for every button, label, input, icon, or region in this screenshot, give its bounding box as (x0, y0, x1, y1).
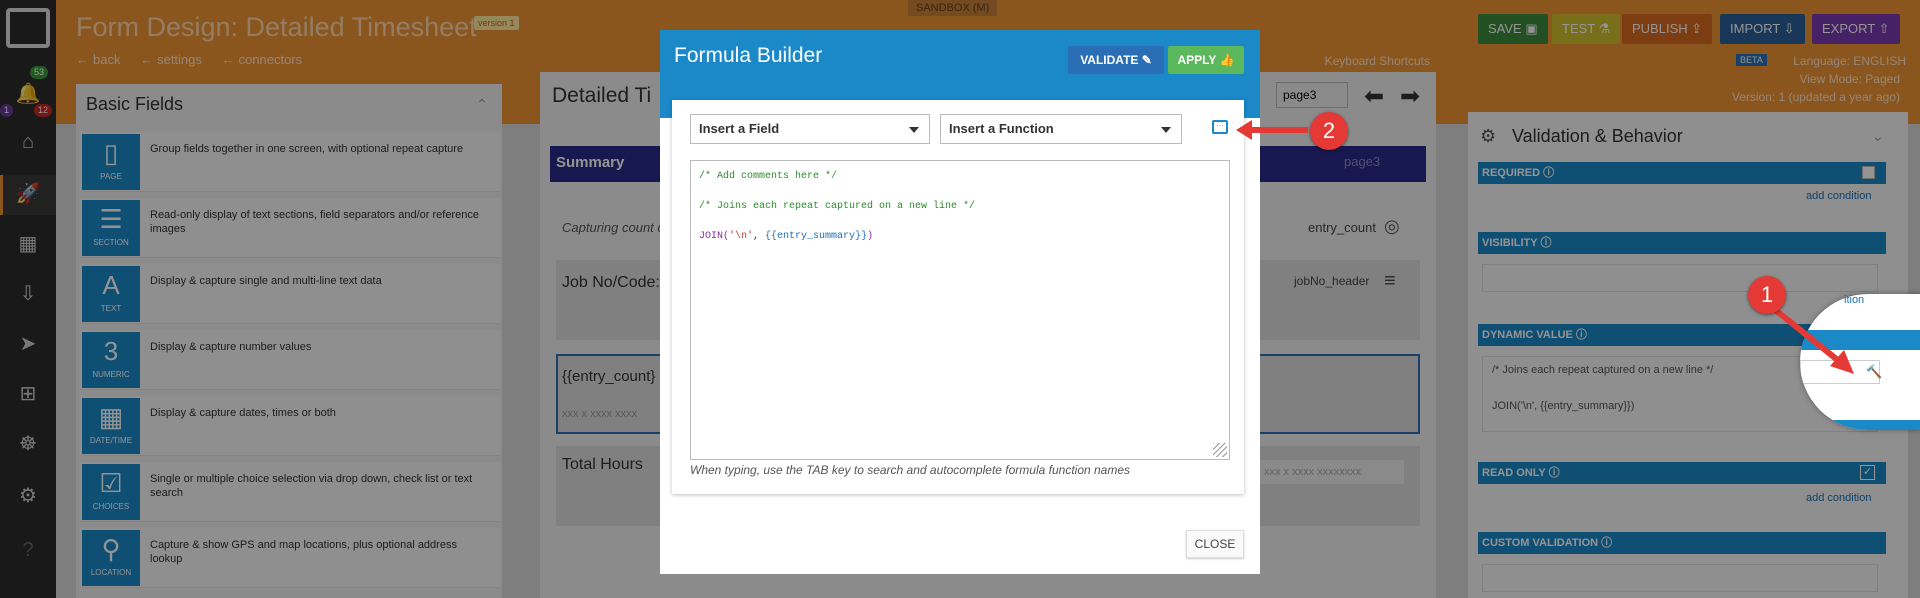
apply-label: APPLY (1177, 53, 1217, 67)
resize-handle-icon[interactable] (1213, 443, 1227, 457)
caret-down-icon (909, 127, 919, 133)
insert-field-label: Insert a Field (699, 121, 780, 136)
code-close-paren: ) (867, 231, 874, 242)
modal-title: Formula Builder (674, 44, 823, 67)
formula-editor[interactable]: /* Add comments here */ /* Joins each re… (690, 160, 1230, 460)
validate-button[interactable]: VALIDATE ✎ (1068, 46, 1164, 74)
code-comment-1: /* Add comments here */ (699, 171, 838, 182)
zoom-bluebar-bottom (1800, 420, 1920, 430)
zoom-hammer-icon: 🔨 (1866, 364, 1883, 379)
annotation-marker-2: 2 (1310, 112, 1348, 150)
code-sep: , (753, 231, 766, 242)
comment-icon[interactable]: ··· (1212, 120, 1228, 134)
annotation-arrow-2 (1236, 120, 1308, 140)
insert-function-label: Insert a Function (949, 121, 1054, 136)
code-comment-2: /* Joins each repeat captured on a new l… (699, 201, 976, 212)
insert-function-select[interactable]: Insert a Function (940, 114, 1182, 144)
annotation-marker-1: 1 (1748, 276, 1786, 314)
formula-hint: When typing, use the TAB key to search a… (690, 463, 1131, 477)
code-string: '\n' (729, 231, 754, 242)
annotation-arrow-1 (1766, 301, 1854, 374)
code-function: JOIN( (699, 231, 730, 242)
caret-down-icon (1161, 127, 1171, 133)
insert-field-select[interactable]: Insert a Field (690, 114, 930, 144)
apply-button[interactable]: APPLY 👍 (1168, 46, 1244, 74)
code-formula-line: JOIN('\n', {{entry_summary}}) (699, 231, 873, 242)
close-button[interactable]: CLOSE (1186, 530, 1244, 558)
code-variable: {{entry_summary}} (765, 231, 868, 242)
validate-label: VALIDATE (1080, 53, 1139, 67)
